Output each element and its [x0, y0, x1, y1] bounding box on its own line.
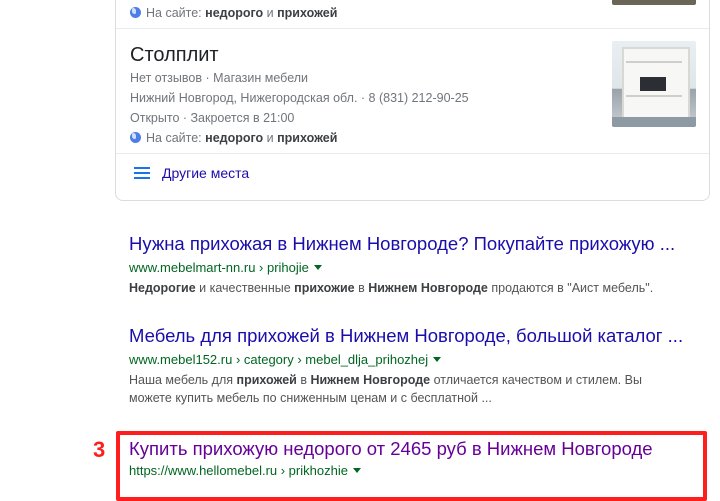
- place-rating-line: Нет отзывов · Магазин мебели: [130, 71, 309, 85]
- result-title-1[interactable]: Нужна прихожая в Нижнем Новгороде? Покуп…: [129, 233, 675, 255]
- dropdown-caret-icon[interactable]: [313, 265, 322, 270]
- place-address-line: Нижний Новгород, Нижегородская обл. · 8 …: [130, 91, 469, 105]
- result-url-2[interactable]: www.mebel152.ru › category › mebel_dlja_…: [129, 352, 442, 367]
- globe-icon: [130, 132, 141, 143]
- place-name[interactable]: Столплит: [130, 44, 219, 67]
- result-url-3[interactable]: https://www.hellomebel.ru › prikhozhie: [129, 463, 361, 478]
- place-site-line: На сайте: недорого и прихожей: [130, 131, 337, 145]
- result-url-1[interactable]: www.mebelmart-nn.ru › prihojie: [129, 260, 322, 275]
- local-pack-card: На сайте: недорого и прихожей Столплит Н…: [115, 0, 710, 201]
- top-place-site-line: На сайте: недорого и прихожей: [130, 6, 337, 20]
- result-snippet-2: Наша мебель для прихожей в Нижнем Новгор…: [129, 373, 642, 405]
- more-places-link[interactable]: Другие места: [134, 165, 249, 181]
- result-snippet-1: Недорогие и качественные прихожие в Нижн…: [129, 281, 654, 295]
- globe-icon: [130, 7, 141, 18]
- dropdown-caret-icon[interactable]: [433, 357, 442, 362]
- annotation-number: 3: [93, 437, 106, 462]
- top-place-photo[interactable]: [612, 0, 696, 5]
- result-title-2[interactable]: Мебель для прихожей в Нижнем Новгороде, …: [129, 325, 683, 347]
- result-title-3[interactable]: Купить прихожую недорого от 2465 руб в Н…: [129, 438, 653, 460]
- place-photo[interactable]: [612, 41, 696, 127]
- divider: [116, 153, 709, 154]
- list-icon: [134, 167, 150, 179]
- place-hours-line: Открыто · Закроется в 21:00: [130, 111, 295, 125]
- divider: [116, 28, 709, 29]
- dropdown-caret-icon[interactable]: [352, 468, 361, 473]
